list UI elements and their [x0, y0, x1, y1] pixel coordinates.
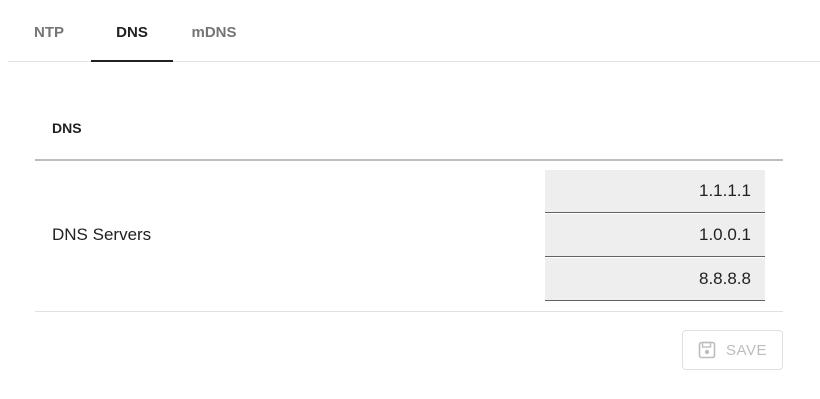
tab-ntp[interactable]: NTP — [8, 0, 90, 61]
dns-server-input-2[interactable] — [545, 214, 765, 256]
tab-bar: NTP DNS mDNS — [8, 0, 820, 62]
tab-mdns[interactable]: mDNS — [173, 0, 255, 61]
section-title: DNS — [52, 120, 82, 136]
dns-server-list — [545, 170, 765, 302]
floppy-disk-icon — [698, 341, 716, 359]
dns-server-field-1 — [545, 170, 765, 213]
save-button[interactable]: SAVE — [682, 330, 783, 370]
save-button-label: SAVE — [726, 341, 767, 359]
dns-server-input-1[interactable] — [545, 170, 765, 212]
dns-servers-label: DNS Servers — [52, 225, 152, 244]
dns-server-field-3 — [545, 258, 765, 301]
dns-server-field-2 — [545, 214, 765, 257]
section-header: DNS — [35, 100, 783, 161]
dns-server-input-3[interactable] — [545, 258, 765, 300]
dns-servers-row: DNS Servers — [35, 161, 783, 312]
tab-dns[interactable]: DNS — [91, 0, 173, 62]
